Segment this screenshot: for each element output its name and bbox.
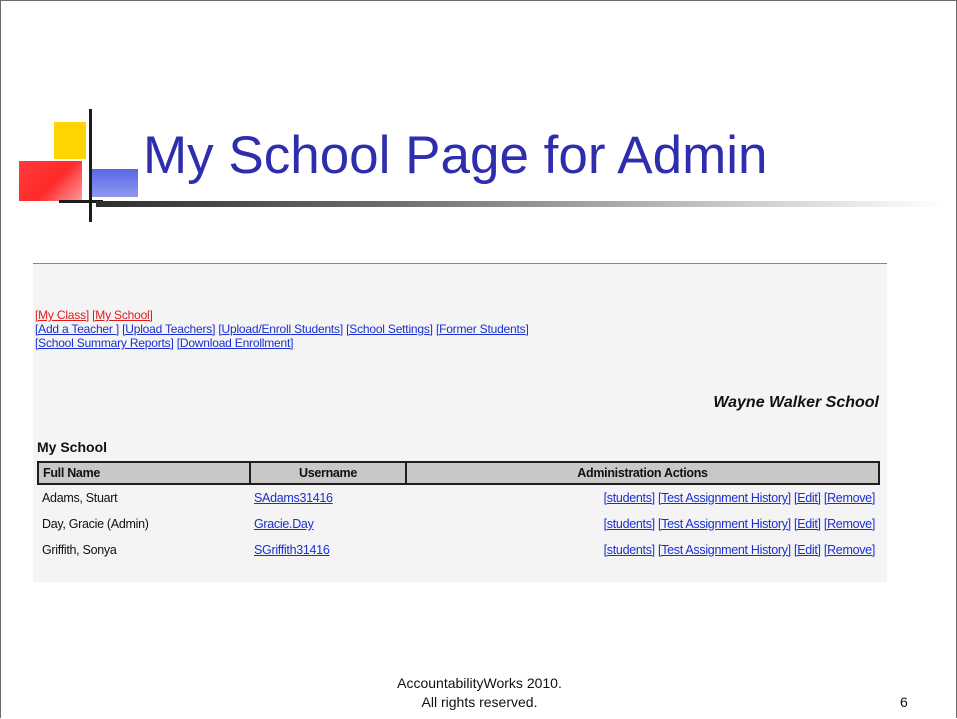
- username-cell: SAdams31416: [250, 484, 406, 511]
- actions-cell: [students] [Test Assignment History] [Ed…: [406, 484, 879, 511]
- vertical-line-decoration: [89, 109, 92, 222]
- remove-link[interactable]: [Remove]: [824, 543, 875, 557]
- school-summary-reports-link[interactable]: [School Summary Reports]: [35, 336, 174, 350]
- remove-link[interactable]: [Remove]: [824, 491, 875, 505]
- download-enrollment-link[interactable]: [Download Enrollment]: [177, 336, 294, 350]
- test-assignment-history-link[interactable]: [Test Assignment History]: [658, 517, 791, 531]
- header-administration-actions: Administration Actions: [405, 461, 880, 485]
- blue-square-decoration: [90, 169, 138, 197]
- students-link[interactable]: [students]: [604, 491, 656, 505]
- section-title: My School: [37, 439, 108, 455]
- slide-title: My School Page for Admin: [143, 126, 768, 185]
- add-teacher-link[interactable]: [Add a Teacher ]: [35, 322, 119, 336]
- my-class-link[interactable]: [My Class]: [35, 308, 89, 322]
- school-settings-link[interactable]: [School Settings]: [346, 322, 433, 336]
- username-cell: Gracie.Day: [250, 511, 406, 537]
- edit-link[interactable]: [Edit]: [794, 491, 821, 505]
- actions-cell: [students] [Test Assignment History] [Ed…: [406, 511, 879, 537]
- nav-row-1: [My Class] [My School]: [35, 308, 153, 322]
- title-underline: [96, 201, 944, 207]
- red-square-decoration: [19, 161, 82, 201]
- former-students-link[interactable]: [Former Students]: [436, 322, 529, 336]
- full-name-cell: Adams, Stuart: [42, 491, 118, 505]
- table-header-row: Full Name Username Administration Action…: [37, 461, 880, 485]
- embedded-screenshot: [My Class] [My School] [Add a Teacher ] …: [33, 263, 887, 582]
- upload-enroll-students-link[interactable]: [Upload/Enroll Students]: [218, 322, 343, 336]
- header-full-name: Full Name: [37, 461, 251, 485]
- actions-cell: [students] [Test Assignment History] [Ed…: [406, 537, 879, 563]
- school-name: Wayne Walker School: [713, 394, 879, 411]
- nav-row-2: [Add a Teacher ] [Upload Teachers] [Uplo…: [35, 322, 529, 336]
- upload-teachers-link[interactable]: [Upload Teachers]: [122, 322, 215, 336]
- full-name-cell: Day, Gracie (Admin): [42, 517, 149, 531]
- footer-line-2: All rights reserved.: [421, 694, 538, 710]
- table-row: Griffith, Sonya SGriffith31416 [students…: [38, 537, 879, 563]
- teachers-table: Full Name Username Administration Action…: [37, 461, 880, 563]
- footer-line-1: AccountabilityWorks 2010.: [397, 675, 562, 691]
- students-link[interactable]: [students]: [604, 517, 656, 531]
- test-assignment-history-link[interactable]: [Test Assignment History]: [658, 491, 791, 505]
- full-name-cell: Griffith, Sonya: [42, 543, 117, 557]
- username-link[interactable]: Gracie.Day: [254, 517, 314, 531]
- students-link[interactable]: [students]: [604, 543, 656, 557]
- username-link[interactable]: SAdams31416: [254, 491, 333, 505]
- username-cell: SGriffith31416: [250, 537, 406, 563]
- table-row: Adams, Stuart SAdams31416 [students] [Te…: [38, 484, 879, 511]
- page-number: 6: [900, 694, 908, 710]
- remove-link[interactable]: [Remove]: [824, 517, 875, 531]
- username-link[interactable]: SGriffith31416: [254, 543, 330, 557]
- nav-row-3: [School Summary Reports] [Download Enrol…: [35, 336, 293, 350]
- slide: My School Page for Admin [My Class] [My …: [0, 0, 957, 718]
- table-row: Day, Gracie (Admin) Gracie.Day [students…: [38, 511, 879, 537]
- yellow-square-decoration: [54, 122, 86, 159]
- edit-link[interactable]: [Edit]: [794, 543, 821, 557]
- edit-link[interactable]: [Edit]: [794, 517, 821, 531]
- test-assignment-history-link[interactable]: [Test Assignment History]: [658, 543, 791, 557]
- header-username: Username: [249, 461, 407, 485]
- my-school-link[interactable]: [My School]: [92, 308, 153, 322]
